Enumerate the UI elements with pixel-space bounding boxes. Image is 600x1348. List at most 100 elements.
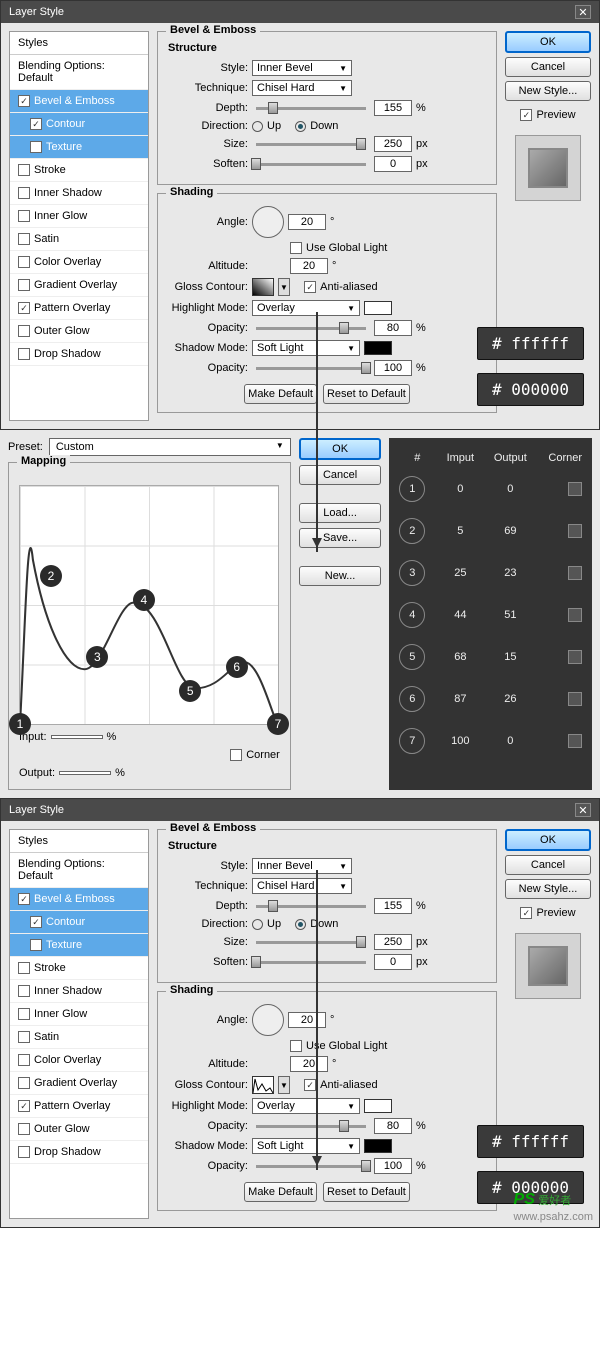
curve-point-5[interactable]: 5 bbox=[179, 680, 201, 702]
highlight-mode-select[interactable]: Overlay▼ bbox=[252, 1098, 360, 1114]
shadow-opacity-input[interactable]: 100 bbox=[374, 360, 412, 376]
highlight-color-swatch[interactable] bbox=[364, 1099, 392, 1113]
style-item-texture[interactable]: Texture bbox=[10, 934, 148, 957]
highlight-mode-select[interactable]: Overlay▼ bbox=[252, 300, 360, 316]
style-item-gradient-overlay[interactable]: Gradient Overlay bbox=[10, 274, 148, 297]
highlight-color-swatch[interactable] bbox=[364, 301, 392, 315]
new-style-button[interactable]: New Style... bbox=[505, 879, 591, 899]
checkbox-icon[interactable]: ✓ bbox=[30, 118, 42, 130]
make-default-button[interactable]: Make Default bbox=[244, 384, 317, 404]
preset-select[interactable]: Custom▼ bbox=[49, 438, 291, 456]
preview-checkbox[interactable]: ✓ bbox=[520, 907, 532, 919]
close-icon[interactable]: ✕ bbox=[575, 803, 591, 817]
style-item-pattern-overlay[interactable]: ✓Pattern Overlay bbox=[10, 1095, 148, 1118]
corner-checkbox[interactable] bbox=[568, 650, 582, 664]
style-item-inner-shadow[interactable]: Inner Shadow bbox=[10, 182, 148, 205]
checkbox-icon[interactable] bbox=[18, 279, 30, 291]
checkbox-icon[interactable] bbox=[18, 1054, 30, 1066]
checkbox-icon[interactable] bbox=[30, 939, 42, 951]
checkbox-icon[interactable] bbox=[18, 164, 30, 176]
checkbox-icon[interactable]: ✓ bbox=[18, 302, 30, 314]
blending-options[interactable]: Blending Options: Default bbox=[10, 853, 148, 888]
size-slider[interactable] bbox=[256, 143, 366, 146]
soften-input[interactable]: 0 bbox=[374, 156, 412, 172]
checkbox-icon[interactable] bbox=[18, 1123, 30, 1135]
corner-checkbox[interactable] bbox=[568, 482, 582, 496]
load-button[interactable]: Load... bbox=[299, 503, 382, 523]
corner-checkbox[interactable] bbox=[568, 608, 582, 622]
highlight-opacity-slider[interactable] bbox=[256, 327, 366, 330]
corner-checkbox[interactable] bbox=[568, 566, 582, 580]
contour-picker-button[interactable]: ▼ bbox=[278, 278, 290, 296]
shadow-color-swatch[interactable] bbox=[364, 1139, 392, 1153]
shadow-mode-select[interactable]: Soft Light▼ bbox=[252, 1138, 360, 1154]
style-item-inner-shadow[interactable]: Inner Shadow bbox=[10, 980, 148, 1003]
style-item-stroke[interactable]: Stroke bbox=[10, 957, 148, 980]
depth-slider[interactable] bbox=[256, 905, 366, 908]
style-item-texture[interactable]: Texture bbox=[10, 136, 148, 159]
soften-slider[interactable] bbox=[256, 163, 366, 166]
style-item-stroke[interactable]: Stroke bbox=[10, 159, 148, 182]
shadow-mode-select[interactable]: Soft Light▼ bbox=[252, 340, 360, 356]
close-icon[interactable]: ✕ bbox=[575, 5, 591, 19]
checkbox-icon[interactable] bbox=[18, 1077, 30, 1089]
curve-point-7[interactable]: 7 bbox=[267, 713, 289, 735]
reset-default-button[interactable]: Reset to Default bbox=[323, 384, 410, 404]
angle-dial[interactable] bbox=[252, 206, 284, 238]
altitude-input[interactable]: 20 bbox=[290, 258, 328, 274]
style-item-inner-glow[interactable]: Inner Glow bbox=[10, 1003, 148, 1026]
gloss-contour-swatch-custom[interactable] bbox=[252, 1076, 274, 1094]
style-select[interactable]: Inner Bevel▼ bbox=[252, 60, 352, 76]
ok-button[interactable]: OK bbox=[505, 829, 591, 851]
style-item-pattern-overlay[interactable]: ✓Pattern Overlay bbox=[10, 297, 148, 320]
direction-down-radio[interactable] bbox=[295, 919, 306, 930]
curve-point-3[interactable]: 3 bbox=[86, 646, 108, 668]
checkbox-icon[interactable]: ✓ bbox=[18, 893, 30, 905]
style-item-gradient-overlay[interactable]: Gradient Overlay bbox=[10, 1072, 148, 1095]
cancel-button[interactable]: Cancel bbox=[505, 855, 591, 875]
shadow-opacity-slider[interactable] bbox=[256, 1165, 366, 1168]
style-item-contour[interactable]: ✓Contour bbox=[10, 911, 148, 934]
corner-checkbox[interactable] bbox=[230, 749, 242, 761]
new-button[interactable]: New... bbox=[299, 566, 382, 586]
curve-point-2[interactable]: 2 bbox=[40, 565, 62, 587]
style-item-outer-glow[interactable]: Outer Glow bbox=[10, 1118, 148, 1141]
style-item-drop-shadow[interactable]: Drop Shadow bbox=[10, 1141, 148, 1164]
style-item-outer-glow[interactable]: Outer Glow bbox=[10, 320, 148, 343]
shadow-color-swatch[interactable] bbox=[364, 341, 392, 355]
use-global-light-checkbox[interactable] bbox=[290, 242, 302, 254]
style-item-color-overlay[interactable]: Color Overlay bbox=[10, 251, 148, 274]
anti-aliased-checkbox[interactable]: ✓ bbox=[304, 281, 316, 293]
checkbox-icon[interactable]: ✓ bbox=[30, 916, 42, 928]
checkbox-icon[interactable]: ✓ bbox=[18, 1100, 30, 1112]
technique-select[interactable]: Chisel Hard▼ bbox=[252, 878, 352, 894]
checkbox-icon[interactable] bbox=[18, 1008, 30, 1020]
style-item-contour[interactable]: ✓Contour bbox=[10, 113, 148, 136]
make-default-button[interactable]: Make Default bbox=[244, 1182, 317, 1202]
checkbox-icon[interactable] bbox=[18, 233, 30, 245]
shadow-opacity-slider[interactable] bbox=[256, 367, 366, 370]
input-field[interactable] bbox=[51, 735, 103, 739]
checkbox-icon[interactable] bbox=[18, 348, 30, 360]
corner-checkbox[interactable] bbox=[568, 692, 582, 706]
styles-header[interactable]: Styles bbox=[10, 32, 148, 55]
blending-options[interactable]: Blending Options: Default bbox=[10, 55, 148, 90]
output-field[interactable] bbox=[59, 771, 111, 775]
use-global-light-checkbox[interactable] bbox=[290, 1040, 302, 1052]
highlight-opacity-slider[interactable] bbox=[256, 1125, 366, 1128]
angle-dial[interactable] bbox=[252, 1004, 284, 1036]
checkbox-icon[interactable] bbox=[18, 325, 30, 337]
style-select[interactable]: Inner Bevel▼ bbox=[252, 858, 352, 874]
preview-checkbox[interactable]: ✓ bbox=[520, 109, 532, 121]
style-item-satin[interactable]: Satin bbox=[10, 228, 148, 251]
direction-up-radio[interactable] bbox=[252, 919, 263, 930]
style-item-satin[interactable]: Satin bbox=[10, 1026, 148, 1049]
style-item-inner-glow[interactable]: Inner Glow bbox=[10, 205, 148, 228]
gloss-contour-swatch[interactable] bbox=[252, 278, 274, 296]
curve-cancel-button[interactable]: Cancel bbox=[299, 465, 382, 485]
curve-ok-button[interactable]: OK bbox=[299, 438, 382, 460]
styles-header[interactable]: Styles bbox=[10, 830, 148, 853]
cancel-button[interactable]: Cancel bbox=[505, 57, 591, 77]
checkbox-icon[interactable]: ✓ bbox=[18, 95, 30, 107]
curve-point-1[interactable]: 1 bbox=[9, 713, 31, 735]
